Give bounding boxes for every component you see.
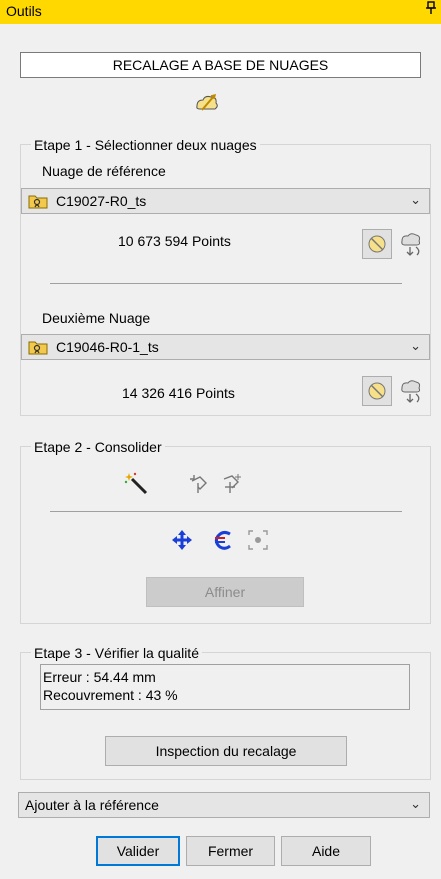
- overlap-value: Recouvrement : 43 %: [43, 687, 178, 703]
- add-points-icon[interactable]: [220, 473, 242, 495]
- swap-cloud-button[interactable]: [396, 229, 426, 259]
- step1-legend: Etape 1 - Sélectionner deux nuages: [31, 137, 260, 153]
- inspect-registration-button[interactable]: Inspection du recalage: [105, 736, 347, 766]
- cloud-visibility-icon: [368, 382, 386, 400]
- chevron-down-icon: ⌄: [410, 192, 421, 207]
- center-target-icon[interactable]: [247, 529, 269, 551]
- close-button[interactable]: Fermer: [186, 836, 275, 866]
- chevron-down-icon: ⌄: [410, 338, 421, 353]
- reference-cloud-label: Nuage de référence: [42, 163, 166, 179]
- second-points-count: 14 326 416 Points: [122, 385, 235, 401]
- cloud-swap-icon: [401, 233, 421, 256]
- quality-results-box: Erreur : 54.44 mm Recouvrement : 43 %: [40, 664, 410, 710]
- validate-button[interactable]: Valider: [96, 836, 180, 866]
- dialog-heading: RECALAGE A BASE DE NUAGES: [20, 52, 421, 78]
- pin-icon[interactable]: [425, 1, 437, 18]
- rotate-icon[interactable]: [212, 529, 234, 551]
- refine-button[interactable]: Affiner: [146, 577, 304, 607]
- second-cloud-select[interactable]: C19046-R0-1_ts ⌄: [21, 334, 430, 360]
- action-select[interactable]: Ajouter à la référence ⌄: [18, 792, 430, 818]
- reference-points-count: 10 673 594 Points: [118, 233, 231, 249]
- help-button[interactable]: Aide: [281, 836, 371, 866]
- reference-cloud-value: C19027-R0_ts: [56, 193, 147, 209]
- second-cloud-label: Deuxième Nuage: [42, 310, 151, 326]
- show-second-cloud-button[interactable]: [362, 376, 392, 406]
- folder-icon: [28, 340, 48, 355]
- folder-icon: [28, 194, 48, 209]
- cloud-visibility-icon: [368, 235, 386, 253]
- panel-titlebar: Outils: [0, 0, 441, 24]
- step1-separator: [50, 283, 402, 284]
- step2-legend: Etape 2 - Consolider: [31, 439, 165, 455]
- move-icon[interactable]: [171, 529, 193, 551]
- undo-point-icon[interactable]: [188, 473, 210, 495]
- step2-separator: [50, 511, 402, 512]
- second-cloud-value: C19046-R0-1_ts: [56, 339, 159, 355]
- cloud-swap-icon: [401, 380, 421, 403]
- step3-legend: Etape 3 - Vérifier la qualité: [31, 645, 202, 661]
- action-select-value: Ajouter à la référence: [25, 797, 159, 813]
- cloud-registration-icon: [194, 92, 220, 114]
- error-value: Erreur : 54.44 mm: [43, 669, 156, 685]
- show-reference-cloud-button[interactable]: [362, 229, 392, 259]
- auto-register-wand-icon[interactable]: [124, 471, 150, 497]
- reference-cloud-select[interactable]: C19027-R0_ts ⌄: [21, 188, 430, 214]
- chevron-down-icon: ⌄: [410, 796, 421, 811]
- swap-cloud-button[interactable]: [396, 376, 426, 406]
- panel-title: Outils: [6, 3, 42, 19]
